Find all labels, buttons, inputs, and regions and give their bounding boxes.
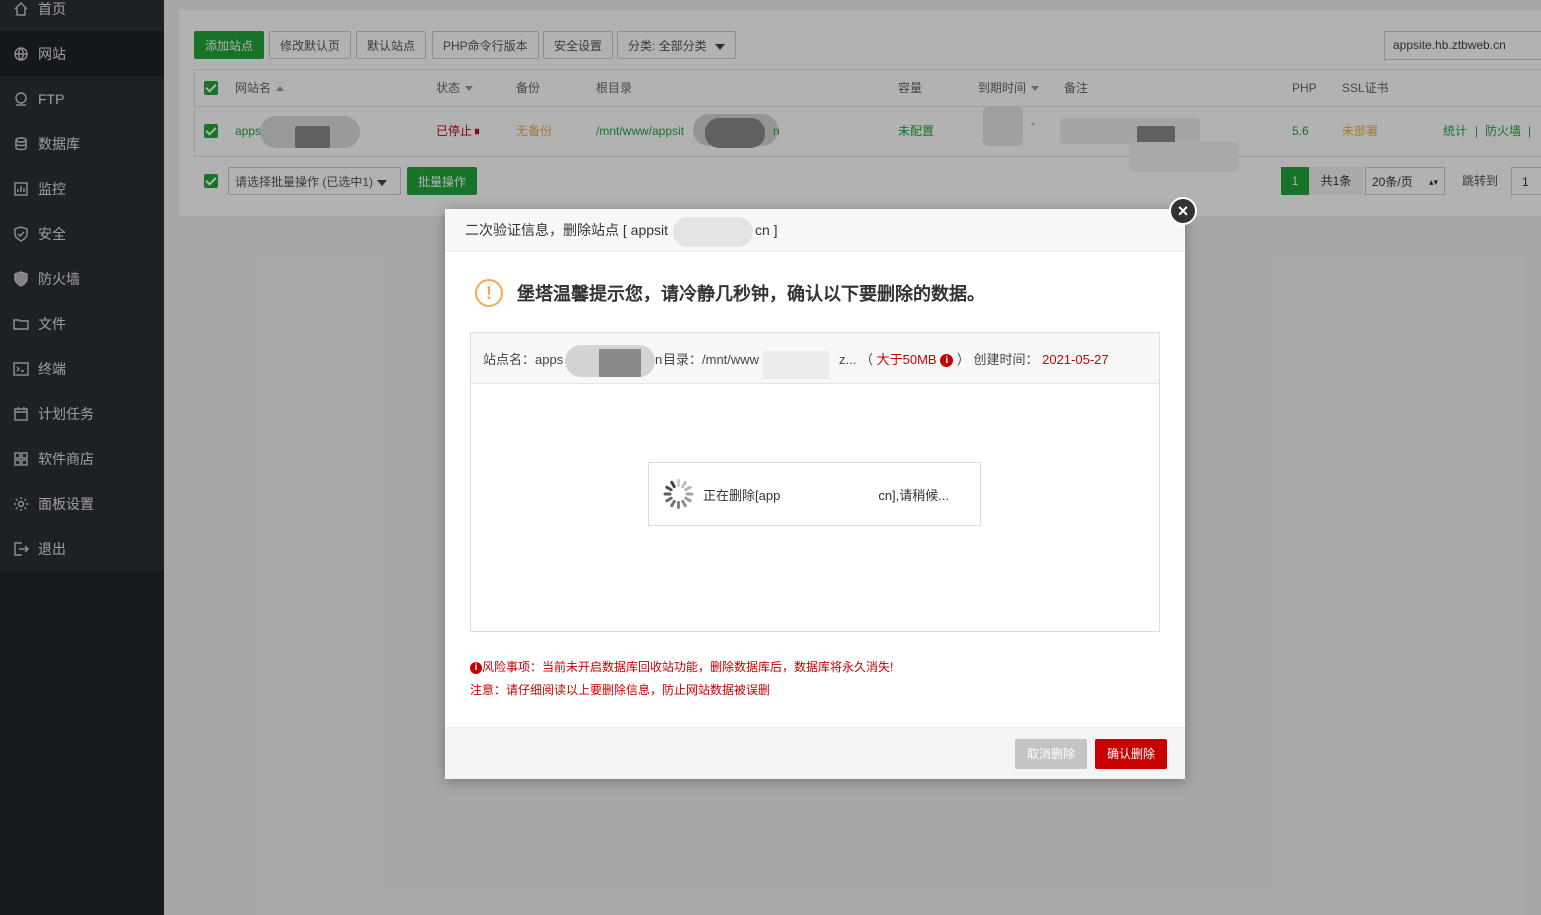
loading-text-end: cn],请稍候...: [878, 487, 950, 503]
risk-text: i 风险事项：当前未开启数据库回收站功能，删除数据库后，数据库将永久消失!: [470, 658, 893, 675]
warning-icon: !: [475, 279, 503, 307]
created-date: 2021-05-27: [1042, 352, 1109, 367]
info-icon: i: [470, 661, 482, 674]
dir-size-group: z... （ 大于50MB i ） 创建时间： 2021-05-27: [839, 333, 1109, 387]
redacted-mark: [599, 349, 641, 377]
created-label: 创建时间：: [973, 352, 1039, 367]
dir-label: 目录：/mnt/www: [663, 352, 760, 367]
warning-line: ! 堡塔温馨提示您，请冷静几秒钟，确认以下要删除的数据。: [475, 279, 985, 307]
close-icon[interactable]: ×: [1169, 197, 1197, 225]
dir-tail: z...: [839, 352, 857, 367]
delete-info-header: 站点名：apps n 目录：/mnt/www z... （ 大于50MB i ）…: [471, 333, 1159, 384]
paren-close: ）: [956, 352, 970, 367]
dialog-title-tail: cn ]: [755, 222, 778, 238]
site-name-label: 站点名：apps: [483, 352, 564, 367]
note-text: 注意：请仔细阅读以上要删除信息，防止网站数据被误删: [470, 683, 771, 697]
risk-message: 风险事项：当前未开启数据库回收站功能，删除数据库后，数据库将永久消失!: [482, 660, 894, 674]
loading-toast: 正在删除[app cn],请稍候...: [648, 462, 981, 526]
cancel-delete-button[interactable]: 取消删除: [1015, 739, 1088, 769]
dialog-title: 二次验证信息，删除站点 [ appsit cn ]: [445, 209, 1185, 252]
site-name-tail: n: [655, 352, 663, 367]
dialog-footer: 取消删除 确认删除: [445, 727, 1185, 779]
size-value: 大于50MB: [876, 352, 937, 367]
redacted-mark: [673, 217, 753, 247]
spinner-icon: [663, 479, 694, 509]
redacted-mark: [763, 351, 829, 379]
info-icon[interactable]: i: [940, 354, 954, 368]
warning-text: 堡塔温馨提示您，请冷静几秒钟，确认以下要删除的数据。: [517, 284, 985, 304]
confirm-delete-button[interactable]: 确认删除: [1095, 739, 1168, 769]
paren-open: （: [859, 352, 873, 367]
loading-text-start: 正在删除[app: [703, 487, 781, 503]
dialog-title-text: 二次验证信息，删除站点 [ appsit: [465, 222, 669, 238]
